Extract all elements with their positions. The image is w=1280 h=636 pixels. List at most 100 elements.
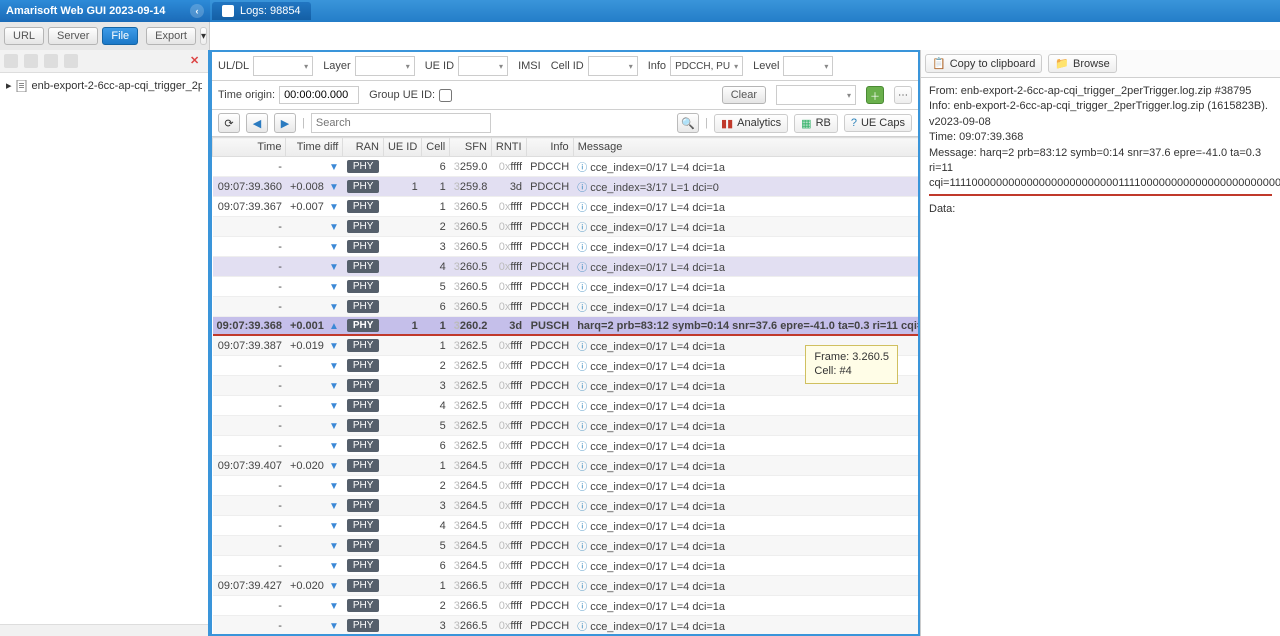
column-header[interactable]: UE ID bbox=[383, 138, 421, 157]
table-row[interactable]: - ▼PHY33260.50xffffPDCCHⓘcce_index=0/17 … bbox=[213, 237, 919, 257]
table-row[interactable]: 09:07:39.407+0.020 ▼PHY13264.50xffffPDCC… bbox=[213, 456, 919, 476]
prev-icon[interactable]: ◀ bbox=[246, 113, 268, 133]
rb-button[interactable]: ▦RB bbox=[794, 114, 838, 133]
column-header[interactable]: Message bbox=[573, 138, 918, 157]
table-row[interactable]: - ▼PHY63260.50xffffPDCCHⓘcce_index=0/17 … bbox=[213, 297, 919, 317]
table-row[interactable]: 09:07:39.367+0.007 ▼PHY13260.50xffffPDCC… bbox=[213, 197, 919, 217]
layer-label: Layer bbox=[323, 60, 351, 72]
cellid-select[interactable] bbox=[588, 56, 638, 76]
copy-icon: 📋 bbox=[932, 57, 946, 70]
link-icon[interactable] bbox=[64, 54, 78, 68]
close-icon[interactable]: ✕ bbox=[190, 54, 204, 68]
table-row[interactable]: 09:07:39.368+0.001 ▲PHY113260.23dPUSCHha… bbox=[213, 317, 919, 336]
column-header[interactable]: SFN bbox=[450, 138, 492, 157]
log-panel: UL/DL Layer UE ID IMSI Cell ID InfoPDCCH… bbox=[210, 50, 920, 636]
reload-icon[interactable]: ⟳ bbox=[218, 113, 240, 133]
sidebar-toolbar: ✕ bbox=[0, 50, 208, 73]
tab-label: Logs: 98854 bbox=[240, 5, 301, 17]
sidebar-collapse-icon[interactable]: ‹ bbox=[190, 4, 204, 18]
chart-icon: ▮▮ bbox=[721, 117, 733, 130]
separator2: | bbox=[705, 117, 708, 129]
uecaps-button[interactable]: ?UE Caps bbox=[844, 114, 912, 132]
export-menu-icon[interactable]: ▾ bbox=[200, 27, 207, 45]
time-origin-label: Time origin: bbox=[218, 89, 275, 101]
column-header[interactable]: Info bbox=[526, 138, 573, 157]
table-row[interactable]: - ▼PHY53260.50xffffPDCCHⓘcce_index=0/17 … bbox=[213, 277, 919, 297]
table-row[interactable]: - ▼PHY23266.50xffffPDCCHⓘcce_index=0/17 … bbox=[213, 596, 919, 616]
detail-data: Data: bbox=[929, 202, 1272, 217]
table-row[interactable]: - ▼PHY23260.50xffffPDCCHⓘcce_index=0/17 … bbox=[213, 217, 919, 237]
table-row[interactable]: - ▼PHY33262.50xffffPDCCHⓘcce_index=0/17 … bbox=[213, 376, 919, 396]
table-row[interactable]: - ▼PHY43260.50xffffPDCCHⓘcce_index=0/17 … bbox=[213, 257, 919, 277]
refresh-icon[interactable] bbox=[4, 54, 18, 68]
log-table-wrap[interactable]: TimeTime diffRANUE IDCellSFNRNTIInfoMess… bbox=[212, 137, 918, 634]
find-icon[interactable]: 🔍 bbox=[677, 113, 699, 133]
browse-button[interactable]: 📁Browse bbox=[1048, 54, 1116, 73]
help-icon: ? bbox=[851, 117, 857, 129]
column-header[interactable]: Time bbox=[213, 138, 286, 157]
folder-icon: 📁 bbox=[1055, 57, 1069, 70]
sidebar: ✕ ▸ enb-export-2-6cc-ap-cqi_trigger_2per… bbox=[0, 50, 210, 636]
export-button[interactable]: Export bbox=[146, 27, 196, 45]
file-button[interactable]: File bbox=[102, 27, 138, 45]
time-origin-input[interactable] bbox=[279, 86, 359, 104]
info-label: Info bbox=[648, 60, 666, 72]
uldl-label: UL/DL bbox=[218, 60, 249, 72]
clear-select[interactable] bbox=[776, 85, 856, 105]
table-row[interactable]: - ▼PHY43264.50xffffPDCCHⓘcce_index=0/17 … bbox=[213, 516, 919, 536]
copy-button[interactable]: 📋Copy to clipboard bbox=[925, 54, 1042, 73]
server-button[interactable]: Server bbox=[48, 27, 98, 45]
next-icon[interactable]: ▶ bbox=[274, 113, 296, 133]
column-header[interactable]: Cell bbox=[422, 138, 450, 157]
level-select[interactable] bbox=[783, 56, 833, 76]
expand-icon[interactable]: ▸ bbox=[6, 79, 12, 92]
url-button[interactable]: URL bbox=[4, 27, 44, 45]
extra-icon[interactable]: ⋯ bbox=[894, 86, 912, 104]
app-title: Amarisoft Web GUI 2023-09-14 bbox=[6, 5, 165, 17]
ueid-select[interactable] bbox=[458, 56, 508, 76]
search-input[interactable] bbox=[311, 113, 491, 133]
table-row[interactable]: - ▼PHY23262.50xffffPDCCHⓘcce_index=0/17 … bbox=[213, 356, 919, 376]
uldl-select[interactable] bbox=[253, 56, 313, 76]
table-row[interactable]: - ▼PHY53264.50xffffPDCCHⓘcce_index=0/17 … bbox=[213, 536, 919, 556]
info-select[interactable]: PDCCH, PU bbox=[670, 56, 743, 76]
ueid-label: UE ID bbox=[425, 60, 454, 72]
separator: | bbox=[302, 117, 305, 129]
table-row[interactable]: - ▼PHY23264.50xffffPDCCHⓘcce_index=0/17 … bbox=[213, 476, 919, 496]
group-ueid-label: Group UE ID: bbox=[369, 89, 435, 101]
table-row[interactable]: - ▼PHY63264.50xffffPDCCHⓘcce_index=0/17 … bbox=[213, 556, 919, 576]
table-row[interactable]: - ▼PHY63259.00xffffPDCCHⓘcce_index=0/17 … bbox=[213, 157, 919, 177]
detail-msg2: cqi=111100000000000000000000000011110000… bbox=[929, 176, 1272, 195]
document-icon bbox=[16, 80, 28, 92]
time-icon[interactable] bbox=[24, 54, 38, 68]
analytics-button[interactable]: ▮▮Analytics bbox=[714, 114, 788, 133]
table-row[interactable]: 09:07:39.427+0.020 ▼PHY13266.50xffffPDCC… bbox=[213, 576, 919, 596]
detail-time: Time: 09:07:39.368 bbox=[929, 130, 1272, 145]
level-label: Level bbox=[753, 60, 779, 72]
table-row[interactable]: - ▼PHY43262.50xffffPDCCHⓘcce_index=0/17 … bbox=[213, 396, 919, 416]
table-row[interactable]: - ▼PHY33266.50xffffPDCCHⓘcce_index=0/17 … bbox=[213, 616, 919, 635]
column-header[interactable]: Time diff bbox=[286, 138, 343, 157]
detail-panel: 📋Copy to clipboard 📁Browse From: enb-exp… bbox=[920, 50, 1280, 636]
info-select-value: PDCCH, PU bbox=[675, 61, 730, 72]
grid-icon: ▦ bbox=[801, 117, 811, 130]
tab-logs[interactable]: Logs: 98854 bbox=[212, 2, 311, 20]
cellid-label: Cell ID bbox=[551, 60, 584, 72]
filter-icon[interactable] bbox=[44, 54, 58, 68]
tree-item[interactable]: ▸ enb-export-2-6cc-ap-cqi_trigger_2perTr… bbox=[6, 77, 202, 94]
group-ueid-checkbox[interactable] bbox=[439, 89, 452, 102]
add-icon[interactable]: ＋ bbox=[866, 86, 884, 104]
detail-info: Info: enb-export-2-6cc-ap-cqi_trigger_2p… bbox=[929, 99, 1272, 130]
table-row[interactable]: - ▼PHY53262.50xffffPDCCHⓘcce_index=0/17 … bbox=[213, 416, 919, 436]
table-row[interactable]: - ▼PHY63262.50xffffPDCCHⓘcce_index=0/17 … bbox=[213, 436, 919, 456]
table-row[interactable]: 09:07:39.360+0.008 ▼PHY113259.83dPDCCHⓘc… bbox=[213, 177, 919, 197]
table-row[interactable]: - ▼PHY33264.50xffffPDCCHⓘcce_index=0/17 … bbox=[213, 496, 919, 516]
column-header[interactable]: RNTI bbox=[491, 138, 526, 157]
clear-button[interactable]: Clear bbox=[722, 86, 766, 104]
sidebar-scrollbar[interactable] bbox=[0, 624, 208, 636]
detail-msg1: Message: harq=2 prb=83:12 symb=0:14 snr=… bbox=[929, 146, 1272, 177]
column-header[interactable]: RAN bbox=[343, 138, 384, 157]
log-table: TimeTime diffRANUE IDCellSFNRNTIInfoMess… bbox=[212, 137, 918, 634]
table-row[interactable]: 09:07:39.387+0.019 ▼PHY13262.50xffffPDCC… bbox=[213, 335, 919, 356]
layer-select[interactable] bbox=[355, 56, 415, 76]
